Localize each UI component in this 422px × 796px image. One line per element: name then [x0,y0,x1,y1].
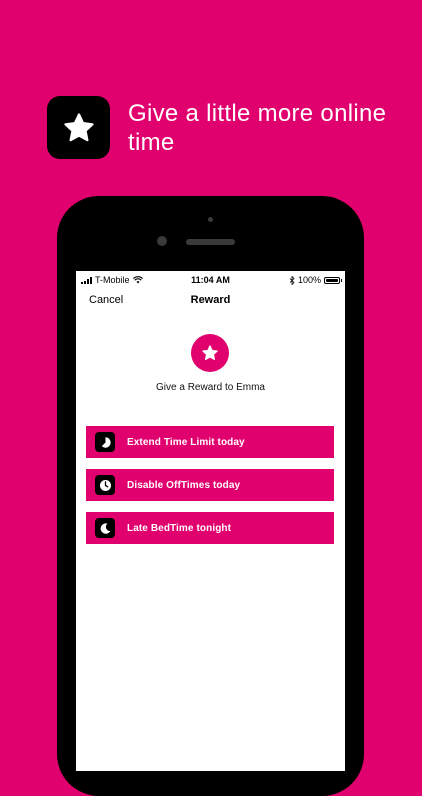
late-bedtime-button[interactable]: Late BedTime tonight [86,512,334,544]
app-star-icon [47,96,110,159]
front-camera [157,236,167,246]
nav-bar: Cancel Reward [76,291,345,313]
moon-icon [95,518,115,538]
phone-screen: T-Mobile 11:04 AM 100% Cancel Reward Giv… [76,271,345,771]
status-right: 100% [289,275,342,285]
disable-offtimes-button[interactable]: Disable OffTimes today [86,469,334,501]
bluetooth-icon [289,275,295,285]
option-label: Disable OffTimes today [127,479,241,491]
battery-percent: 100% [297,275,321,285]
battery-icon [324,276,342,284]
extend-time-limit-button[interactable]: Extend Time Limit today [86,426,334,458]
proximity-sensor [208,217,213,222]
phone-frame: T-Mobile 11:04 AM 100% Cancel Reward Giv… [57,196,364,796]
clock-icon [95,475,115,495]
status-bar: T-Mobile 11:04 AM 100% [76,271,345,289]
nav-title: Reward [190,294,231,306]
reward-star-icon [191,334,229,372]
earpiece-speaker [186,239,235,245]
hero-title: Give a little more online time [128,100,387,156]
time-limit-icon [95,432,115,452]
option-label: Late BedTime tonight [127,522,232,534]
option-label: Extend Time Limit today [127,436,245,448]
reward-description: Give a Reward to Emma [156,382,265,393]
